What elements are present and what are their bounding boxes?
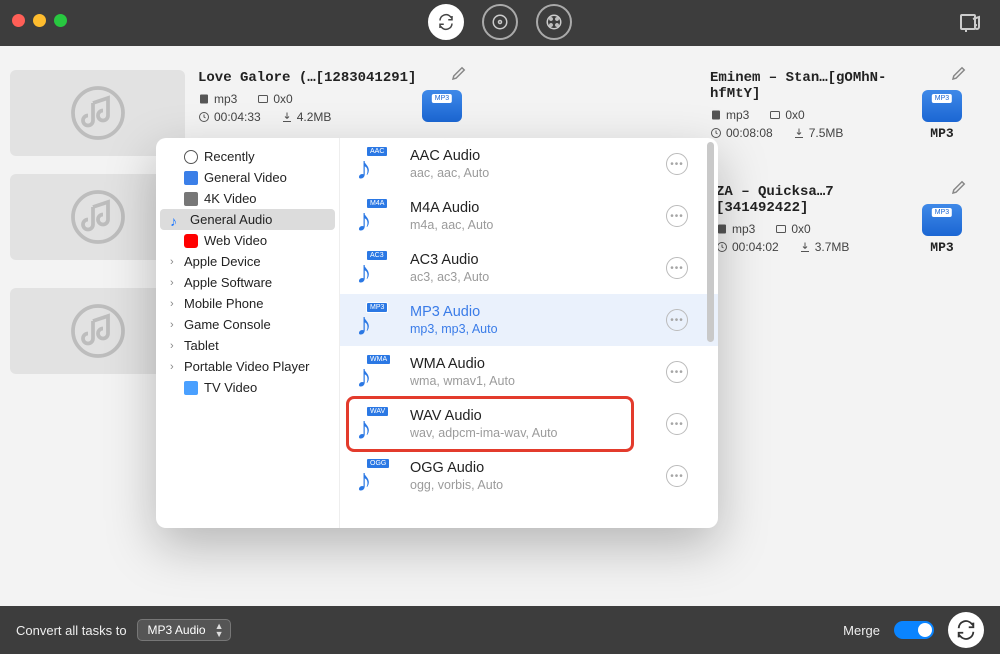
format-meta: ac3, ac3, Auto (410, 270, 489, 284)
merge-label: Merge (843, 623, 880, 638)
sidebar-item-apple-software[interactable]: ›Apple Software (156, 272, 339, 293)
format-icon: ♪AAC (356, 146, 396, 182)
format-meta: wma, wmav1, Auto (410, 374, 515, 388)
sidebar-item-recently[interactable]: Recently (156, 146, 339, 167)
task-size: 7.5MB (793, 126, 844, 140)
more-options-icon[interactable]: ••• (666, 413, 688, 435)
select-value: MP3 Audio (148, 623, 206, 637)
format-name: AAC Audio (410, 148, 489, 164)
sidebar-item-web-video[interactable]: Web Video (156, 230, 339, 251)
youtube-icon (184, 234, 198, 248)
sidebar-item-general-audio[interactable]: ♪General Audio (160, 209, 335, 230)
format-row-wma[interactable]: ♪WMA WMA Audio wma, wmav1, Auto ••• (340, 346, 718, 398)
film-icon (184, 171, 198, 185)
format-meta: wav, adpcm-ima-wav, Auto (410, 426, 558, 440)
convert-all-label: Convert all tasks to (16, 623, 127, 638)
4k-icon (184, 192, 198, 206)
task-resolution: 0x0 (769, 108, 804, 122)
format-name: AC3 Audio (410, 252, 489, 268)
mode-disc-tab[interactable] (482, 4, 518, 40)
window-controls (12, 14, 67, 27)
format-list: ♪AAC AAC Audio aac, aac, Auto ••• ♪M4A M4A Au… (340, 138, 718, 528)
format-icon: ♪MP3 (356, 302, 396, 338)
top-toolbar (0, 0, 1000, 46)
format-popover: Recently General Video 4K Video ♪General… (156, 138, 718, 528)
format-category-list: Recently General Video 4K Video ♪General… (156, 138, 340, 528)
format-name: M4A Audio (410, 200, 493, 216)
sidebar-item-game-console[interactable]: ›Game Console (156, 314, 339, 335)
format-icon: ♪OGG (356, 458, 396, 494)
sidebar-item-mobile-phone[interactable]: ›Mobile Phone (156, 293, 339, 314)
format-row-ac3[interactable]: ♪AC3 AC3 Audio ac3, ac3, Auto ••• (340, 242, 718, 294)
task-type: mp3 (198, 92, 237, 106)
music-note-icon: ♪ (170, 213, 184, 227)
task-duration: 00:04:02 (716, 240, 779, 254)
format-label: MP3 (916, 240, 968, 255)
bottom-toolbar: Convert all tasks to MP3 Audio ▲▼ Merge (0, 606, 1000, 654)
more-options-icon[interactable]: ••• (666, 153, 688, 175)
task-format-button[interactable]: MP3 MP3 (916, 90, 968, 141)
sidebar-item-4k-video[interactable]: 4K Video (156, 188, 339, 209)
edit-icon[interactable] (450, 64, 468, 85)
sidebar-item-tv-video[interactable]: TV Video (156, 377, 339, 398)
scrollbar[interactable] (707, 142, 714, 342)
format-row-wav[interactable]: ♪WAV WAV Audio wav, adpcm-ima-wav, Auto ••• (340, 398, 718, 450)
task-duration: 00:08:08 (710, 126, 773, 140)
more-options-icon[interactable]: ••• (666, 309, 688, 331)
output-format-select[interactable]: MP3 Audio ▲▼ (137, 619, 231, 641)
sidebar-item-portable-player[interactable]: ›Portable Video Player (156, 356, 339, 377)
format-icon: ♪M4A (356, 198, 396, 234)
edit-icon[interactable] (950, 64, 968, 85)
mode-convert-tab[interactable] (428, 4, 464, 40)
more-options-icon[interactable]: ••• (666, 257, 688, 279)
format-meta: ogg, vorbis, Auto (410, 478, 503, 492)
format-icon: ♪WAV (356, 406, 396, 442)
format-name: WAV Audio (410, 408, 558, 424)
task-type: mp3 (716, 222, 755, 236)
task-format-button[interactable]: MP3 MP3 (916, 204, 968, 255)
format-name: OGG Audio (410, 460, 503, 476)
more-options-icon[interactable]: ••• (666, 205, 688, 227)
task-size: 4.2MB (281, 110, 332, 124)
task-resolution: 0x0 (775, 222, 810, 236)
format-label: MP3 (916, 126, 968, 141)
task-title: Eminem – Stan…[gOMhN-hfMtY] (710, 70, 920, 102)
format-meta: aac, aac, Auto (410, 166, 489, 180)
window-close-button[interactable] (12, 14, 25, 27)
mode-tabs (428, 4, 572, 40)
format-icon: ♪WMA (356, 354, 396, 390)
sidebar-item-tablet[interactable]: ›Tablet (156, 335, 339, 356)
sidebar-item-general-video[interactable]: General Video (156, 167, 339, 188)
start-convert-button[interactable] (948, 612, 984, 648)
format-row-ogg[interactable]: ♪OGG OGG Audio ogg, vorbis, Auto ••• (340, 450, 718, 502)
task-title: ZA – Quicksa…7 [341492422] (716, 184, 920, 216)
chevron-updown-icon: ▲▼ (215, 622, 224, 638)
mode-movie-tab[interactable] (536, 4, 572, 40)
task-type: mp3 (710, 108, 749, 122)
format-name: MP3 Audio (410, 304, 498, 320)
format-row-aac[interactable]: ♪AAC AAC Audio aac, aac, Auto ••• (340, 138, 718, 190)
library-icon[interactable] (958, 11, 982, 38)
sidebar-item-apple-device[interactable]: ›Apple Device (156, 251, 339, 272)
task-duration: 00:04:33 (198, 110, 261, 124)
window-zoom-button[interactable] (54, 14, 67, 27)
content-area: Love Galore (…[1283041291] mp3 0x0 00:04… (0, 46, 1000, 606)
window-minimize-button[interactable] (33, 14, 46, 27)
format-meta: m4a, aac, Auto (410, 218, 493, 232)
format-row-m4a[interactable]: ♪M4A M4A Audio m4a, aac, Auto ••• (340, 190, 718, 242)
format-icon: ♪AC3 (356, 250, 396, 286)
more-options-icon[interactable]: ••• (666, 465, 688, 487)
format-name: WMA Audio (410, 356, 515, 372)
task-title: Love Galore (…[1283041291] (198, 70, 420, 86)
clock-icon (184, 150, 198, 164)
edit-icon[interactable] (950, 178, 968, 199)
task-size: 3.7MB (799, 240, 850, 254)
tv-icon (184, 381, 198, 395)
more-options-icon[interactable]: ••• (666, 361, 688, 383)
task-format-button[interactable]: MP3 (416, 90, 468, 126)
merge-toggle[interactable] (894, 621, 934, 639)
format-meta: mp3, mp3, Auto (410, 322, 498, 336)
task-resolution: 0x0 (257, 92, 292, 106)
format-row-mp3[interactable]: ♪MP3 MP3 Audio mp3, mp3, Auto ••• (340, 294, 718, 346)
